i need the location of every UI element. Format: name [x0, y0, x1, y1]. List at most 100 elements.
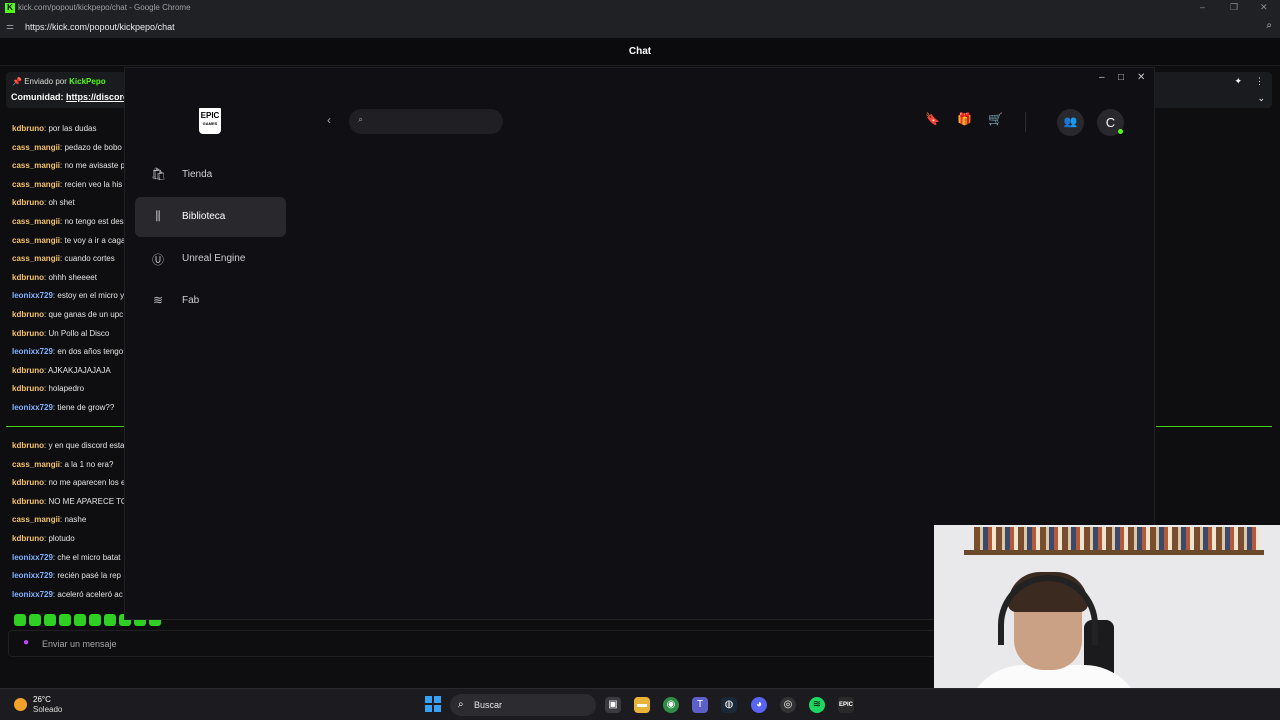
profile-avatar-button[interactable]: C: [1097, 109, 1124, 136]
chat-message: cass_mangii: no tengo est des: [12, 217, 124, 226]
chat-username[interactable]: kdbruno: [12, 441, 44, 450]
chevron-down-icon[interactable]: ⌄: [1257, 93, 1265, 104]
restore-icon[interactable]: ❐: [1230, 2, 1238, 13]
wishlist-icon[interactable]: 🔖: [925, 112, 940, 126]
file-explorer-icon[interactable]: ▬: [634, 697, 650, 713]
zoom-icon[interactable]: ⌕: [1266, 20, 1272, 31]
windows-start-icon[interactable]: [425, 696, 441, 712]
chat-message: kdbruno: plotudo: [12, 534, 75, 543]
chat-username[interactable]: cass_mangii: [12, 460, 60, 469]
chat-text: nashe: [64, 515, 87, 525]
chat-username[interactable]: cass_mangii: [12, 161, 60, 170]
nav-item-fab[interactable]: ≋ Fab: [135, 281, 286, 321]
chat-username[interactable]: kdbruno: [12, 384, 44, 393]
library-icon: ⫼: [155, 209, 161, 223]
fab-icon: ≋: [152, 293, 164, 307]
chat-text: no me avisaste p: [64, 161, 124, 171]
nav-item-tienda[interactable]: 🛍 Tienda: [135, 155, 286, 195]
chat-message-list[interactable]: kdbruno: por las dudas cass_mangii: pedaz…: [0, 119, 124, 609]
emote-icon[interactable]: [44, 614, 56, 626]
chat-username[interactable]: leonixx729: [12, 571, 53, 580]
chat-text: recien veo la his: [64, 179, 123, 189]
chat-message: leonixx729: recién pasé la rep: [12, 571, 121, 580]
emote-icon[interactable]: [29, 614, 41, 626]
chat-username[interactable]: kdbruno: [12, 124, 44, 133]
chat-username[interactable]: leonixx729: [12, 553, 53, 562]
nav-item-biblioteca[interactable]: ⫼ Biblioteca: [135, 197, 286, 237]
chat-username[interactable]: kdbruno: [12, 310, 44, 319]
chrome-icon[interactable]: ◉: [663, 697, 679, 713]
chat-message: cass_mangii: no me avisaste p: [12, 161, 124, 170]
chat-username[interactable]: kdbruno: [12, 273, 44, 282]
chat-username[interactable]: leonixx729: [12, 590, 53, 599]
chat-message: kdbruno: AJKAKJAJAJAJA: [12, 366, 111, 375]
search-input[interactable]: ⌕: [349, 109, 503, 134]
sent-by-label: Enviado por: [24, 77, 67, 86]
gift-icon[interactable]: 🎁: [957, 112, 972, 126]
emote-icon[interactable]: [74, 614, 86, 626]
chat-username[interactable]: leonixx729: [12, 403, 53, 412]
back-chevron-icon[interactable]: ‹: [327, 113, 331, 127]
nav-item-unreal-engine[interactable]: Ⓤ Unreal Engine: [135, 239, 286, 279]
chat-username[interactable]: cass_mangii: [12, 217, 60, 226]
chat-message: kdbruno: NO ME APARECE TO: [12, 497, 124, 506]
task-view-icon[interactable]: ▣: [605, 697, 621, 713]
epic-close-icon[interactable]: ✕: [1137, 72, 1145, 83]
chat-username[interactable]: cass_mangii: [12, 180, 60, 189]
chat-username[interactable]: cass_mangii: [12, 515, 60, 524]
chat-message: leonixx729: en dos años tengo: [12, 347, 123, 356]
more-options-icon[interactable]: ⋮: [1255, 76, 1264, 87]
pin-icon[interactable]: ✦: [1234, 76, 1242, 87]
emote-icon[interactable]: [59, 614, 71, 626]
chat-username[interactable]: cass_mangii: [12, 143, 60, 152]
chat-username[interactable]: leonixx729: [12, 291, 53, 300]
emote-icon[interactable]: [14, 614, 26, 626]
chat-username[interactable]: cass_mangii: [12, 254, 60, 263]
chat-username[interactable]: leonixx729: [12, 347, 53, 356]
chat-input-placeholder[interactable]: Enviar un mensaje: [42, 639, 117, 649]
chat-message: kdbruno: y en que discord esta: [12, 441, 124, 450]
discord-icon[interactable]: ◕: [751, 697, 767, 713]
cart-icon[interactable]: 🛒: [988, 112, 1003, 126]
epic-games-logo[interactable]: EPIC GAMES: [199, 108, 221, 134]
chat-message: kdbruno: ohhh sheeeet: [12, 273, 97, 282]
address-bar[interactable]: ⚌ https://kick.com/popout/kickpepo/chat …: [0, 16, 1280, 38]
chat-message: leonixx729: che el micro batat: [12, 553, 121, 562]
chat-message: kdbruno: que ganas de un upc: [12, 310, 123, 319]
friends-button[interactable]: 👥: [1057, 109, 1084, 136]
discord-link[interactable]: https://discord.: [66, 92, 131, 102]
emote-icon[interactable]: [89, 614, 101, 626]
chrome-titlebar: K kick.com/popout/kickpepo/chat - Google…: [0, 0, 1280, 16]
taskbar-search[interactable]: ⌕ Buscar: [450, 694, 596, 716]
site-info-icon[interactable]: ⚌: [6, 21, 14, 32]
chat-username[interactable]: kdbruno: [12, 329, 44, 338]
chat-username[interactable]: kdbruno: [12, 198, 44, 207]
chat-username[interactable]: kdbruno: [12, 534, 44, 543]
epic-games-taskbar-icon[interactable]: EPIC: [838, 697, 854, 713]
sent-by-user[interactable]: KickPepo: [69, 77, 105, 86]
chat-text: que ganas de un upc: [48, 310, 124, 319]
chat-text: tiene de grow??: [57, 403, 115, 412]
nav-label: Unreal Engine: [182, 253, 246, 264]
minimize-icon[interactable]: –: [1200, 2, 1205, 12]
steam-icon[interactable]: ◍: [721, 697, 737, 713]
chat-username[interactable]: kdbruno: [12, 497, 44, 506]
new-messages-divider-right: [1156, 426, 1272, 427]
microphone-icon[interactable]: ●: [23, 637, 29, 648]
chat-username[interactable]: kdbruno: [12, 478, 44, 487]
obs-icon[interactable]: ◎: [780, 697, 796, 713]
chat-username[interactable]: kdbruno: [12, 366, 44, 375]
chat-message: cass_mangii: te voy a ir a caga: [12, 236, 124, 245]
close-icon[interactable]: ✕: [1260, 2, 1268, 13]
chat-text: estoy en el micro y: [57, 291, 124, 301]
spotify-icon[interactable]: ≋: [809, 697, 825, 713]
chat-message: kdbruno: Un Pollo al Disco: [12, 329, 109, 338]
epic-minimize-icon[interactable]: –: [1099, 72, 1105, 83]
chat-text: Un Pollo al Disco: [48, 328, 110, 338]
chat-text: ohhh sheeeet: [48, 272, 97, 282]
teams-icon[interactable]: T: [692, 697, 708, 713]
chat-username[interactable]: cass_mangii: [12, 236, 60, 245]
emote-icon[interactable]: [104, 614, 116, 626]
url-text[interactable]: https://kick.com/popout/kickpepo/chat: [25, 22, 175, 32]
epic-maximize-icon[interactable]: □: [1118, 72, 1124, 83]
